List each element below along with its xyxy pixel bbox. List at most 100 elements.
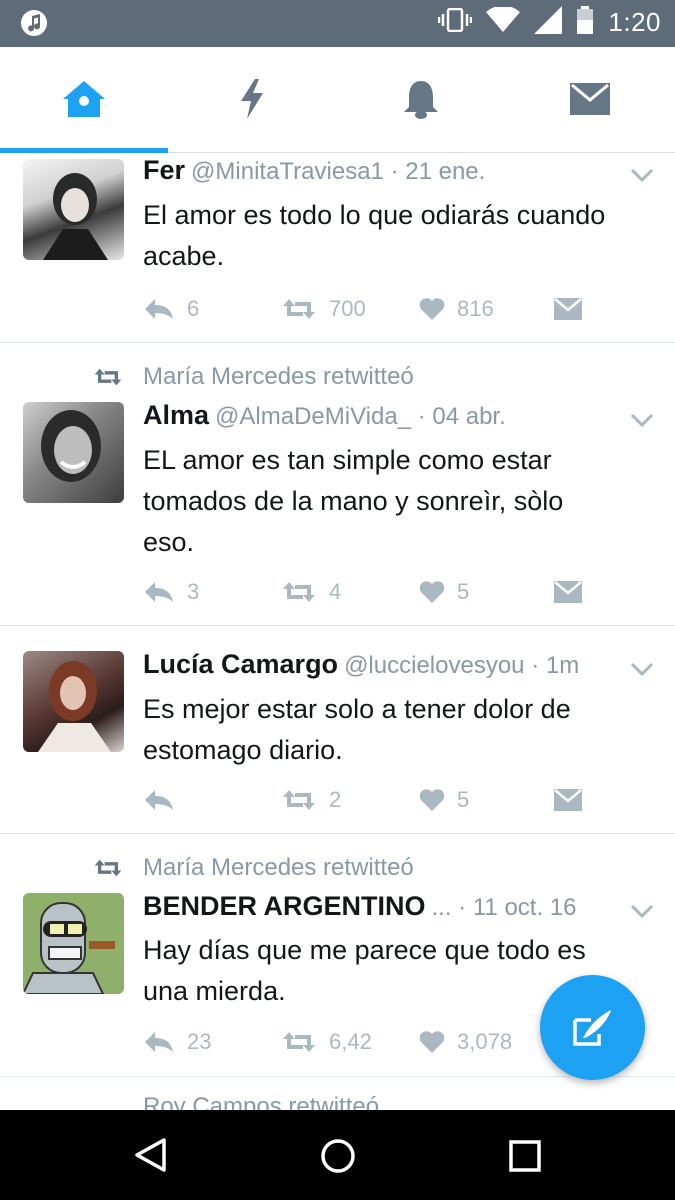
tweet-header: Fer @MinitaTraviesa1 · 21 ene.	[143, 155, 613, 186]
reply-button[interactable]	[143, 784, 187, 816]
like-count: 3,078	[457, 1029, 513, 1054]
tweet-text-line: El amor es todo lo que odiarás cuando	[143, 200, 606, 230]
envelope-icon	[554, 789, 582, 811]
retweet-count: 6,42	[329, 1029, 372, 1054]
tweet-header: Alma @AlmaDeMiVida_ · 04 abr.	[143, 400, 613, 431]
tweet-date: · 1m	[531, 652, 580, 679]
tab-home[interactable]	[0, 47, 168, 151]
music-icon	[21, 10, 47, 36]
wifi-icon	[486, 5, 521, 38]
like-count: 5	[457, 787, 470, 812]
tweet-text: El amor es todo lo que odiarás cuando ac…	[143, 195, 653, 277]
tweet-text-line: tomados de la mano y sonreìr, sòlo	[143, 486, 564, 516]
reply-button[interactable]: 3	[143, 576, 199, 608]
reply-icon	[145, 582, 173, 602]
tweet-card[interactable]: Fer @MinitaTraviesa1 · 21 ene. El amor es…	[0, 153, 675, 343]
tweet-text-line: acabe.	[143, 241, 225, 271]
retweet-button[interactable]: 4	[281, 576, 341, 608]
mail-icon	[570, 83, 610, 115]
back-icon[interactable]	[133, 1137, 167, 1173]
chevron-down-icon[interactable]	[630, 661, 654, 677]
home-circle-icon[interactable]	[320, 1138, 356, 1174]
tweet-card[interactable]: Lucía Camargo @luccielovesyou · 1m Es mej…	[0, 626, 675, 834]
tweet-actions: 3 4 5	[143, 576, 623, 608]
retweeted-by-label[interactable]: María Mercedes retwitteó	[143, 363, 414, 391]
retweet-button[interactable]: 700	[281, 293, 366, 325]
tab-notifications[interactable]	[337, 47, 505, 151]
heart-icon	[419, 1031, 445, 1053]
system-navigation-bar	[0, 1110, 675, 1200]
tweet-text-line: EL amor es tan simple como estar	[143, 445, 552, 475]
reply-icon	[145, 790, 173, 810]
like-button[interactable]: 5	[419, 784, 469, 816]
tweet-text: EL amor es tan simple como estar tomados…	[143, 440, 653, 563]
tweet-text: Es mejor estar solo a tener dolor de est…	[143, 689, 653, 771]
direct-message-button[interactable]	[554, 576, 582, 608]
author-handle[interactable]: @luccielovesyou	[344, 652, 524, 679]
tweet-text-line: eso.	[143, 527, 195, 557]
retweeted-by-label[interactable]: María Mercedes retwitteó	[143, 854, 414, 882]
avatar[interactable]	[23, 159, 124, 260]
recents-icon[interactable]	[509, 1140, 541, 1172]
reply-count: 23	[187, 1029, 212, 1054]
compose-tweet-button[interactable]	[540, 975, 645, 1080]
retweet-count: 2	[329, 787, 342, 812]
bell-icon	[404, 81, 438, 119]
retweet-icon	[283, 1032, 315, 1052]
like-button[interactable]: 5	[419, 576, 469, 608]
home-icon	[63, 81, 105, 117]
timeline-feed[interactable]: Fer @MinitaTraviesa1 · 21 ene. El amor es…	[0, 153, 675, 1110]
avatar[interactable]	[23, 893, 124, 994]
retweet-icon	[94, 859, 122, 877]
tweet-card[interactable]: María Mercedes retwitteó Alma @AlmaDeMiVi…	[0, 343, 675, 626]
clock-time: 1:20	[608, 7, 661, 37]
reply-button[interactable]: 6	[143, 293, 199, 325]
reply-count: 3	[187, 579, 200, 604]
chevron-down-icon[interactable]	[630, 412, 654, 428]
author-handle[interactable]: ...	[432, 894, 452, 921]
reply-button[interactable]: 23	[143, 1026, 211, 1058]
tweet-text-line: estomago diario.	[143, 735, 343, 765]
retweet-button[interactable]: 6,42	[281, 1026, 372, 1058]
retweet-icon	[283, 790, 315, 810]
retweeted-by-label[interactable]: Roy Campos retwitteó	[143, 1093, 379, 1110]
like-button[interactable]: 816	[419, 293, 494, 325]
author-handle[interactable]: @MinitaTraviesa1	[191, 158, 384, 185]
vibrate-icon	[438, 7, 473, 37]
retweet-icon	[283, 582, 315, 602]
battery-icon	[576, 6, 594, 39]
reply-count: 6	[187, 296, 200, 321]
author-name[interactable]: Fer	[143, 155, 185, 185]
status-bar: 1:20	[0, 0, 675, 47]
tab-bar	[0, 47, 675, 153]
retweet-button[interactable]: 2	[281, 784, 341, 816]
direct-message-button[interactable]	[554, 784, 582, 816]
retweet-count: 700	[329, 296, 366, 321]
tweet-date: · 11 oct. 16	[458, 894, 577, 921]
author-handle[interactable]: @AlmaDeMiVida_	[215, 403, 411, 430]
retweet-count: 4	[329, 579, 342, 604]
compose-tweet-icon	[572, 1009, 611, 1046]
chevron-down-icon[interactable]	[630, 167, 654, 183]
tweet-actions: 2 5	[143, 784, 623, 816]
author-name[interactable]: BENDER ARGENTINO	[143, 891, 426, 921]
tweet-text-line: Es mejor estar solo a tener dolor de	[143, 694, 571, 724]
chevron-down-icon[interactable]	[630, 903, 654, 919]
reply-icon	[145, 1032, 173, 1052]
direct-message-button[interactable]	[554, 293, 582, 325]
tweet-header: BENDER ARGENTINO... · 11 oct. 16	[143, 891, 613, 922]
tweet-text-line: Hay días que me parece que todo es	[143, 935, 586, 965]
heart-icon	[419, 298, 445, 320]
tweet-actions: 6 700 816	[143, 293, 623, 325]
avatar[interactable]	[23, 651, 124, 752]
tab-messages[interactable]	[506, 47, 674, 151]
author-name[interactable]: Alma	[143, 400, 209, 430]
avatar[interactable]	[23, 402, 124, 503]
tweet-header: Lucía Camargo @luccielovesyou · 1m	[143, 649, 613, 680]
heart-icon	[419, 789, 445, 811]
like-button[interactable]: 3,078	[419, 1026, 512, 1058]
author-name[interactable]: Lucía Camargo	[143, 649, 338, 679]
tweet-date: · 21 ene.	[390, 158, 486, 185]
like-count: 816	[457, 296, 494, 321]
tab-moments[interactable]	[168, 47, 336, 151]
